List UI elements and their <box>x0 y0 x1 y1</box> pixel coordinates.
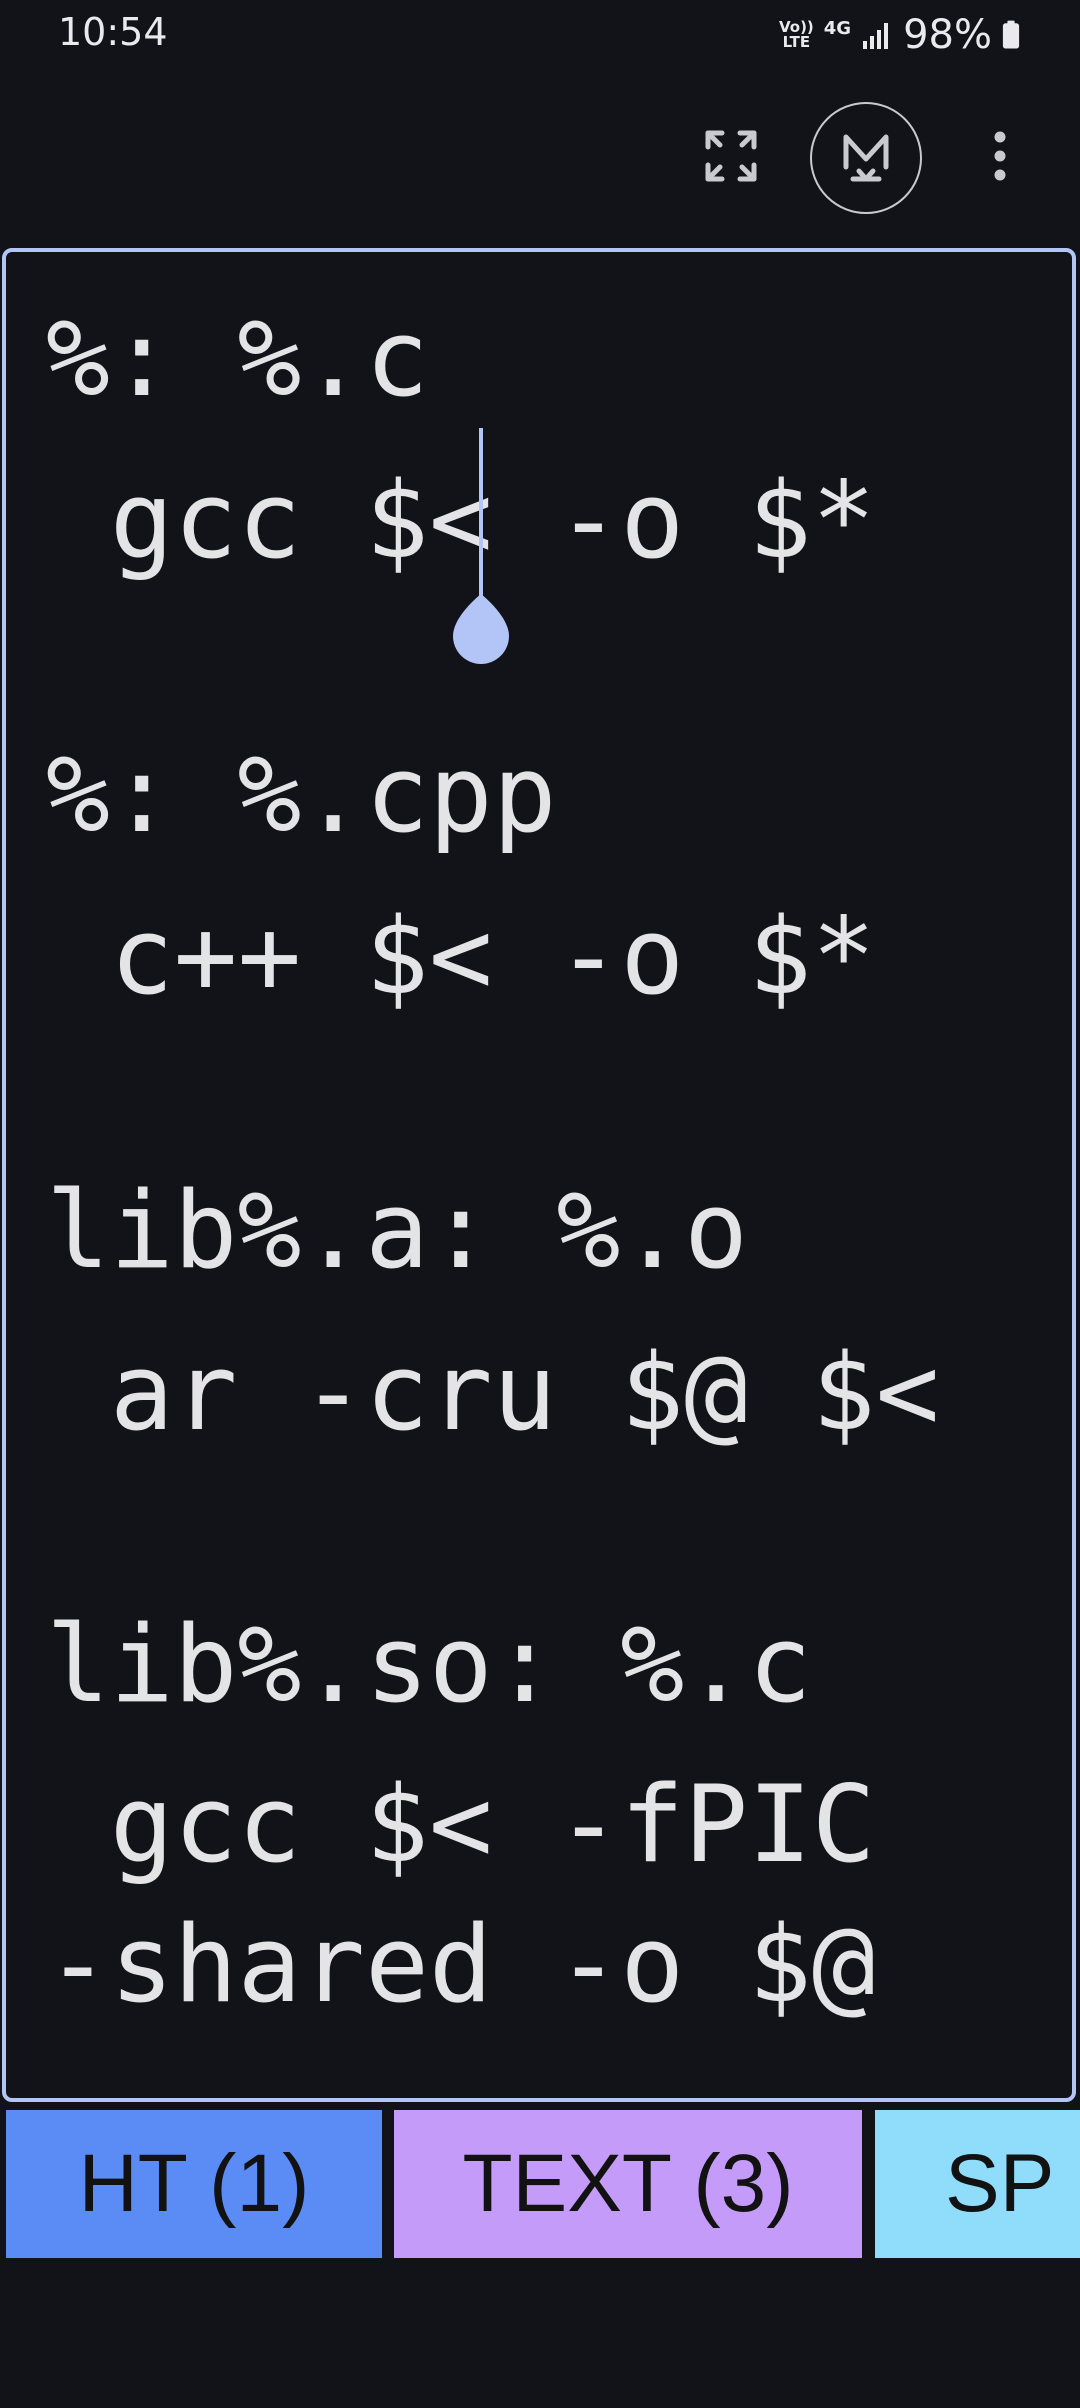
more-vert-icon <box>994 131 1006 181</box>
code-line[interactable]: ar -cru $@ $< <box>46 1340 940 1446</box>
volte-bottom: LTE <box>782 33 811 51</box>
signal-icon <box>863 23 889 49</box>
text-cursor <box>479 428 483 598</box>
code-editor[interactable]: %: %.c gcc $< -o $* %: %.cpp c++ $< -o $… <box>2 248 1076 2102</box>
status-time: 10:54 <box>58 10 168 54</box>
tab-chip-bar: HT (1) TEXT (3) SP ( <box>0 2110 1080 2258</box>
code-line[interactable]: gcc $< -o $* <box>46 468 876 574</box>
fullscreen-button[interactable] <box>695 120 767 192</box>
battery-percent: 98% <box>903 12 992 58</box>
more-options-button[interactable] <box>970 120 1030 192</box>
markdown-button[interactable] <box>810 102 922 214</box>
code-line[interactable]: %: %.cpp <box>46 742 557 848</box>
status-bar: 10:54 Vo)) LTE 4G 98% <box>0 0 1080 66</box>
chip-text[interactable]: TEXT (3) <box>394 2110 862 2258</box>
code-line[interactable]: -shared -o $@ <box>46 1912 876 2018</box>
cursor-handle-icon[interactable] <box>451 594 511 666</box>
code-line[interactable]: gcc $< -fPIC <box>46 1772 876 1878</box>
chip-ht[interactable]: HT (1) <box>6 2110 382 2258</box>
code-line[interactable]: c++ $< -o $* <box>46 904 876 1010</box>
code-line[interactable]: lib%.so: %.c <box>46 1612 812 1718</box>
code-line[interactable]: lib%.a: %.o <box>46 1178 748 1284</box>
volte-indicator: Vo)) LTE <box>779 20 814 50</box>
battery-icon <box>1002 20 1020 49</box>
fullscreen-icon <box>705 130 757 182</box>
status-icons: Vo)) LTE 4G 98% <box>779 12 1020 58</box>
markdown-icon <box>843 134 889 182</box>
network-type: 4G <box>823 17 852 39</box>
code-line[interactable]: %: %.c <box>46 306 429 412</box>
editor-toolbar <box>0 66 1080 246</box>
chip-sp[interactable]: SP ( <box>875 2110 1080 2258</box>
